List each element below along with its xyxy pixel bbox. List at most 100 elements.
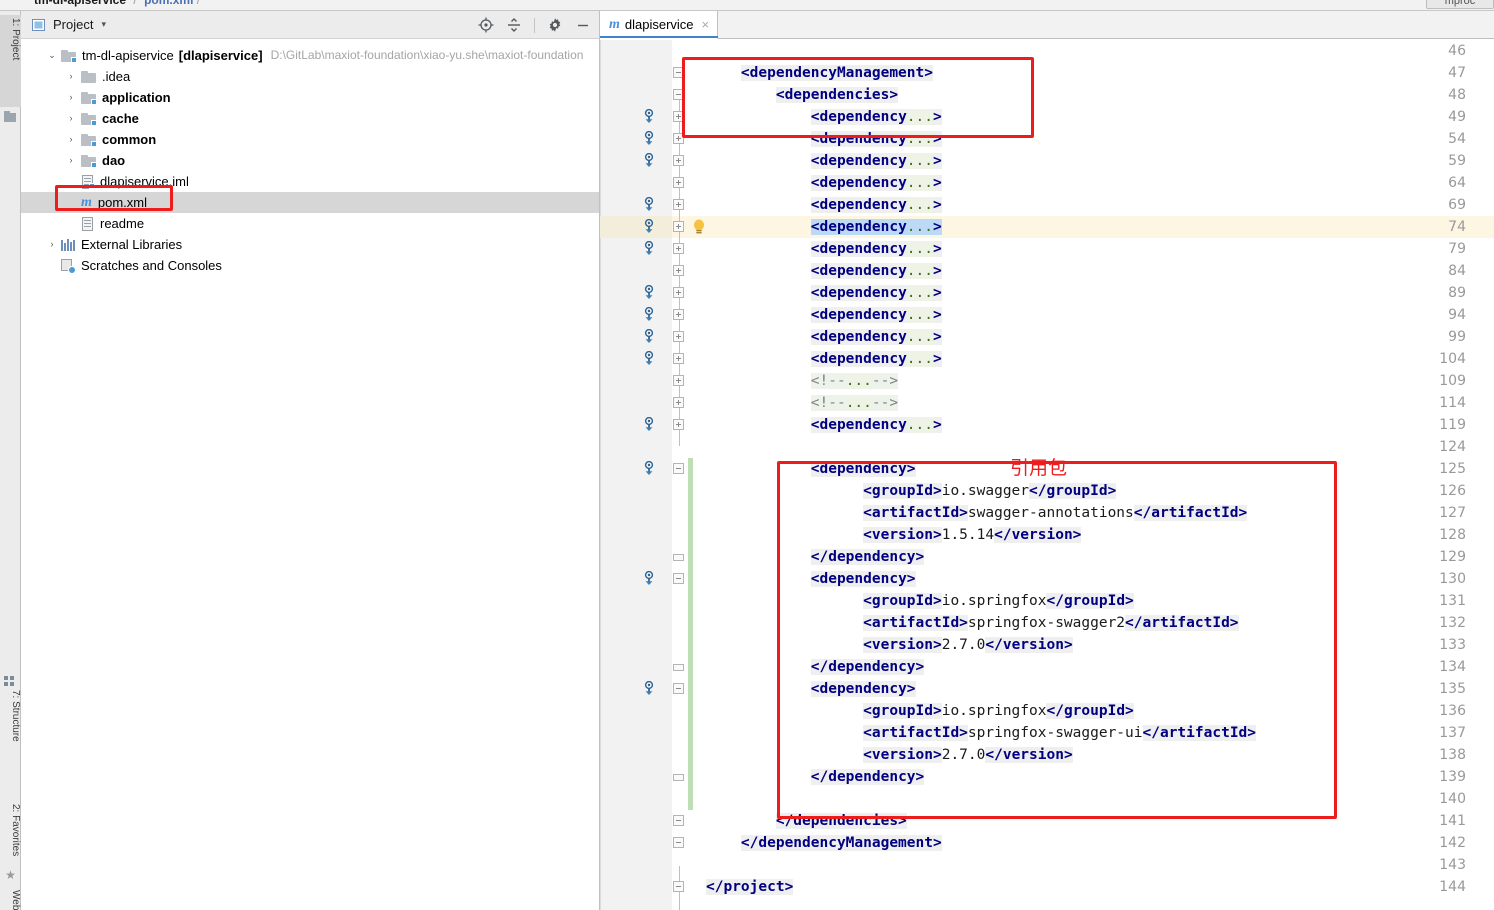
code-editor[interactable]: 46 47 48 49 54 59 64 69 74 79 84 89 94 99 104 109 114 119… <box>600 40 1494 910</box>
chevron-down-icon[interactable]: ▾ <box>101 19 106 30</box>
fold-expand-icon[interactable] <box>673 177 684 188</box>
code-line[interactable]: </dependency> <box>706 766 1494 788</box>
code-line[interactable]: <dependency...> <box>706 326 1494 348</box>
tree-item-pom-xml[interactable]: m pom.xml <box>21 192 599 213</box>
code-line[interactable]: <dependency> <box>706 458 1494 480</box>
code-line[interactable]: <dependency> <box>706 568 1494 590</box>
top-right-widget-label[interactable]: mproc <box>1426 0 1494 9</box>
chevron-right-icon[interactable]: › <box>66 87 76 108</box>
code-line[interactable]: <dependency...> <box>706 150 1494 172</box>
code-line[interactable]: <dependency...> <box>706 194 1494 216</box>
code-line[interactable]: <dependency...> <box>706 216 1494 238</box>
fold-expand-icon[interactable] <box>673 287 684 298</box>
code-line[interactable]: </dependencyManagement> <box>706 832 1494 854</box>
chevron-right-icon[interactable]: › <box>66 129 76 150</box>
tree-item-idea[interactable]: › .idea <box>21 66 599 87</box>
code-line[interactable]: <dependency...> <box>706 414 1494 436</box>
fold-collapse-icon[interactable] <box>673 815 684 826</box>
code-line[interactable]: <groupId>io.springfox</groupId> <box>706 590 1494 612</box>
chevron-right-icon[interactable]: › <box>47 234 57 255</box>
editor-tab-dlapiservice[interactable]: m dlapiservice × <box>600 11 718 39</box>
intention-bulb-icon[interactable] <box>692 219 706 235</box>
code-line[interactable]: <dependency...> <box>706 106 1494 128</box>
code-line[interactable]: <dependency> <box>706 678 1494 700</box>
fold-region-end-icon[interactable] <box>673 554 684 561</box>
fold-expand-icon[interactable] <box>673 133 684 144</box>
code-line[interactable]: <groupId>io.springfox</groupId> <box>706 700 1494 722</box>
tree-item-tm-dl-apiservice[interactable]: ⌄ tm-dl-apiservice [dlapiservice] D:\Git… <box>21 45 599 66</box>
fold-expand-icon[interactable] <box>673 265 684 276</box>
tree-item-dao[interactable]: › dao <box>21 150 599 171</box>
code-line[interactable]: <!--...--> <box>706 392 1494 414</box>
code-line[interactable]: </project> <box>706 876 1494 898</box>
editor-gutter[interactable] <box>600 40 672 910</box>
download-dependency-icon[interactable] <box>642 329 656 344</box>
top-right-widget[interactable]: mproc <box>1420 0 1494 10</box>
download-dependency-icon[interactable] <box>642 681 656 696</box>
fold-collapse-icon[interactable] <box>673 89 684 100</box>
code-line[interactable] <box>706 40 1494 62</box>
breadcrumb-file[interactable]: pom.xml <box>144 0 193 7</box>
fold-expand-icon[interactable] <box>673 331 684 342</box>
code-line[interactable]: <!--...--> <box>706 370 1494 392</box>
collapse-all-icon[interactable] <box>506 17 522 33</box>
tree-item-cache[interactable]: › cache <box>21 108 599 129</box>
download-dependency-icon[interactable] <box>642 351 656 366</box>
code-line[interactable]: <artifactId>swagger-annotations</artifac… <box>706 502 1494 524</box>
fold-expand-icon[interactable] <box>673 397 684 408</box>
download-dependency-icon[interactable] <box>642 571 656 586</box>
download-dependency-icon[interactable] <box>642 197 656 212</box>
code-line[interactable]: </dependencies> <box>706 810 1494 832</box>
download-dependency-icon[interactable] <box>642 241 656 256</box>
code-line[interactable] <box>706 436 1494 458</box>
code-line[interactable]: <dependency...> <box>706 282 1494 304</box>
fold-expand-icon[interactable] <box>673 155 684 166</box>
tree-item-scratches-and-consoles[interactable]: Scratches and Consoles <box>21 255 599 276</box>
fold-expand-icon[interactable] <box>673 221 684 232</box>
download-dependency-icon[interactable] <box>642 417 656 432</box>
download-dependency-icon[interactable] <box>642 131 656 146</box>
code-line[interactable]: <dependencyManagement> <box>706 62 1494 84</box>
fold-expand-icon[interactable] <box>673 199 684 210</box>
code-line[interactable]: <dependencies> <box>706 84 1494 106</box>
fold-expand-icon[interactable] <box>673 309 684 320</box>
code-line[interactable]: <version>2.7.0</version> <box>706 744 1494 766</box>
download-dependency-icon[interactable] <box>642 109 656 124</box>
gear-icon[interactable] <box>547 17 563 33</box>
code-line[interactable] <box>706 788 1494 810</box>
fold-collapse-icon[interactable] <box>673 573 684 584</box>
code-line[interactable]: </dependency> <box>706 546 1494 568</box>
download-dependency-icon[interactable] <box>642 285 656 300</box>
minimize-icon[interactable] <box>575 17 591 33</box>
fold-collapse-icon[interactable] <box>673 67 684 78</box>
tree-item-dlapiservice-iml[interactable]: dlapiservice.iml <box>21 171 599 192</box>
close-icon[interactable]: × <box>702 17 710 32</box>
code-line[interactable]: <dependency...> <box>706 128 1494 150</box>
tree-item-application[interactable]: › application <box>21 87 599 108</box>
download-dependency-icon[interactable] <box>642 307 656 322</box>
download-dependency-icon[interactable] <box>642 461 656 476</box>
code-line[interactable]: <dependency...> <box>706 348 1494 370</box>
chevron-right-icon[interactable]: › <box>66 150 76 171</box>
sidebar-item-favorites[interactable]: 2: Favorites <box>0 801 21 881</box>
tree-item-external-libraries[interactable]: › External Libraries <box>21 234 599 255</box>
code-line[interactable]: </dependency> <box>706 656 1494 678</box>
fold-expand-icon[interactable] <box>673 375 684 386</box>
code-line[interactable]: <artifactId>springfox-swagger-ui</artifa… <box>706 722 1494 744</box>
fold-expand-icon[interactable] <box>673 243 684 254</box>
code-line[interactable]: <groupId>io.swagger</groupId> <box>706 480 1494 502</box>
chevron-right-icon[interactable]: › <box>66 108 76 129</box>
download-dependency-icon[interactable] <box>642 153 656 168</box>
fold-expand-icon[interactable] <box>673 111 684 122</box>
sidebar-item-structure[interactable]: 7: Structure <box>0 687 21 767</box>
fold-collapse-icon[interactable] <box>673 881 684 892</box>
breadcrumb-project[interactable]: tm-dl-apiservice <box>34 0 126 7</box>
tree-item-readme[interactable]: readme <box>21 213 599 234</box>
vcs-change-marker[interactable] <box>688 458 693 810</box>
download-dependency-icon[interactable] <box>642 219 656 234</box>
fold-collapse-icon[interactable] <box>673 683 684 694</box>
fold-expand-icon[interactable] <box>673 353 684 364</box>
fold-region-end-icon[interactable] <box>673 774 684 781</box>
code-line[interactable]: <version>2.7.0</version> <box>706 634 1494 656</box>
fold-region-end-icon[interactable] <box>673 664 684 671</box>
